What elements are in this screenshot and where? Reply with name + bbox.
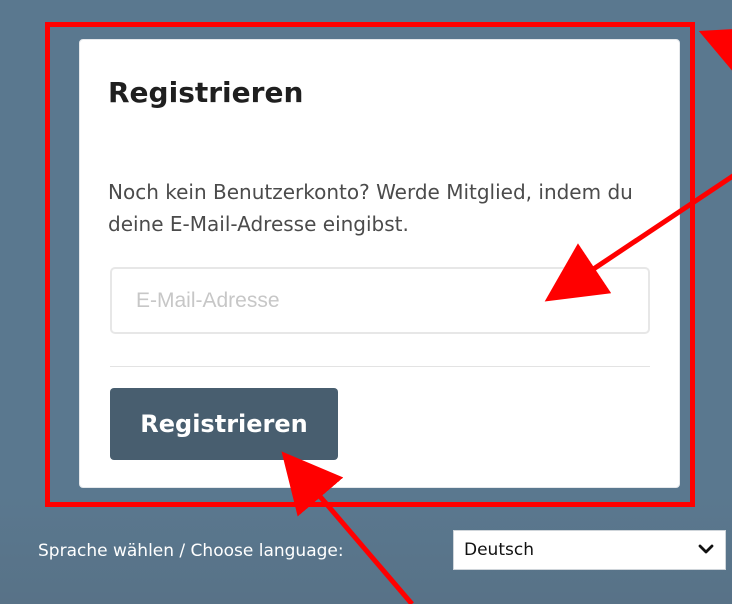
registration-title: Registrieren — [108, 76, 304, 109]
registration-description: Noch kein Benutzerkonto? Werde Mitglied,… — [108, 180, 633, 236]
language-selected-value: Deutsch — [464, 540, 534, 560]
chevron-down-icon — [698, 544, 714, 554]
red-arrow-icon — [698, 27, 732, 83]
register-button[interactable]: Registrieren — [110, 388, 338, 460]
registration-page: Registrieren Noch kein Benutzerkonto? We… — [0, 0, 732, 604]
card-divider — [110, 366, 650, 367]
language-select[interactable]: Deutsch — [453, 530, 726, 570]
registration-card: Registrieren Noch kein Benutzerkonto? We… — [79, 39, 680, 488]
email-input[interactable] — [110, 267, 650, 334]
language-label: Sprache wählen / Choose language: — [38, 541, 344, 561]
